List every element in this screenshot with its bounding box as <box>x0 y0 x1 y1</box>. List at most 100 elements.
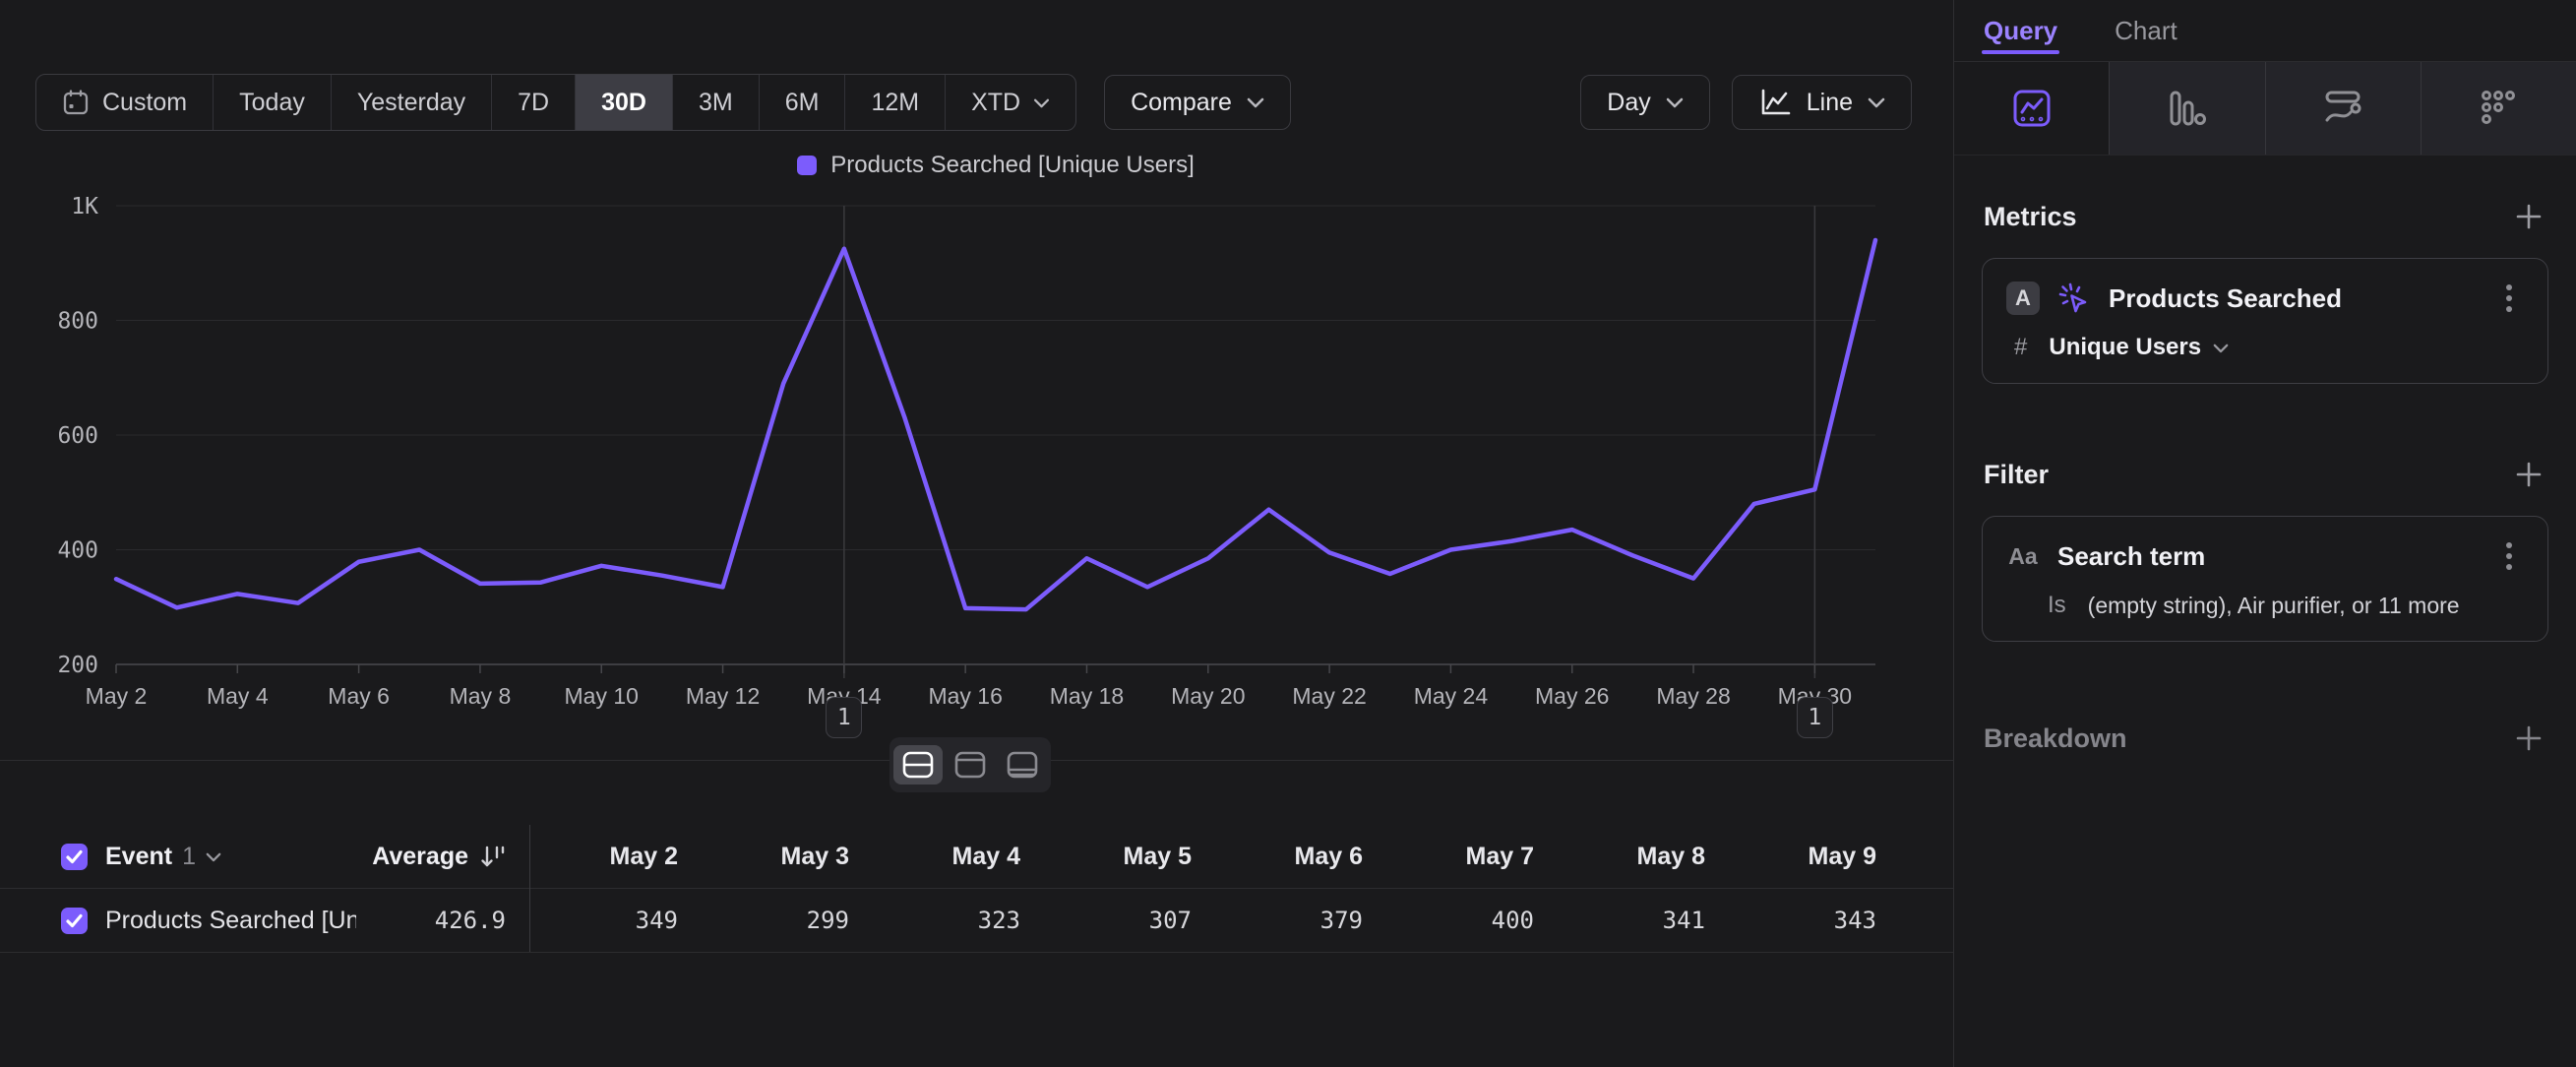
svg-text:May 26: May 26 <box>1535 683 1609 709</box>
annotation-badge[interactable]: 1 <box>1797 697 1833 738</box>
aggregation-dropdown[interactable]: Unique Users <box>2049 334 2229 361</box>
filter-operator[interactable]: Is <box>2048 592 2066 619</box>
results-table: Event 1 Average May 2May 3May 4May 5May … <box>0 825 1953 953</box>
chart-only-view-icon <box>953 750 987 780</box>
svg-text:May 10: May 10 <box>565 683 639 709</box>
table-row[interactable]: Products Searched [Un... 426.9 349299323… <box>0 889 1953 953</box>
query-builder-panel: Query Chart Metrics <box>1954 0 2576 1067</box>
funnel-bars-icon <box>2166 87 2209 130</box>
select-all-checkbox[interactable] <box>61 844 88 870</box>
tab-chart[interactable]: Chart <box>2115 0 2177 61</box>
date-range-group: CustomTodayYesterday7D30D3M6M12MXTD <box>35 74 1076 131</box>
table-column-divider <box>529 825 530 952</box>
date-column-header[interactable]: May 5 <box>1020 843 1192 871</box>
range-30d-button[interactable]: 30D <box>575 75 672 130</box>
metric-card[interactable]: A Products Searched # Unique Users <box>1982 258 2548 384</box>
range-xtd-button[interactable]: XTD <box>945 75 1075 130</box>
filter-card[interactable]: Aa Search term Is (empty string), Air pu… <box>1982 516 2548 642</box>
granularity-button[interactable]: Day <box>1580 75 1709 130</box>
query-sections: Metrics A Products Searched # <box>1954 199 2576 756</box>
filter-title: Filter <box>1984 460 2049 490</box>
svg-text:1K: 1K <box>71 194 98 220</box>
date-column-header[interactable]: May 3 <box>678 843 849 871</box>
event-click-icon <box>2057 282 2091 315</box>
insights-tab[interactable] <box>1954 62 2109 155</box>
date-column-header[interactable]: May 7 <box>1363 843 1534 871</box>
dots-grid-icon <box>2477 87 2520 130</box>
analytics-app: CustomTodayYesterday7D30D3M6M12MXTD Comp… <box>0 0 2576 1067</box>
plus-icon <box>2515 203 2543 230</box>
cell-value: 349 <box>507 907 678 935</box>
svg-text:May 2: May 2 <box>86 683 148 709</box>
table-only-view-button[interactable] <box>998 745 1047 785</box>
date-column-header[interactable]: May 2 <box>507 843 678 871</box>
filter-value[interactable]: (empty string), Air purifier, or 11 more <box>2088 593 2460 619</box>
aggregation-prefix: # <box>2014 334 2027 361</box>
kebab-menu-icon <box>2505 282 2513 314</box>
chart-only-view-button[interactable] <box>946 745 995 785</box>
event-column-header[interactable]: Event 1 <box>105 843 221 871</box>
metrics-title: Metrics <box>1984 202 2077 232</box>
chevron-down-icon <box>2213 343 2229 353</box>
panel-tabs: Query Chart <box>1954 0 2576 62</box>
chart-type-button[interactable]: Line <box>1732 75 1912 130</box>
range-custom-button[interactable]: Custom <box>36 75 213 130</box>
filter-options-button[interactable] <box>2494 538 2524 574</box>
cell-value: 343 <box>1705 907 1876 935</box>
filter-heading-row: Filter <box>1984 457 2546 492</box>
average-column-header[interactable]: Average <box>356 843 506 871</box>
date-column-header[interactable]: May 4 <box>849 843 1020 871</box>
breakdown-title: Breakdown <box>1984 723 2127 754</box>
plus-icon <box>2515 724 2543 752</box>
chart-legend[interactable]: Products Searched [Unique Users] <box>116 152 1875 179</box>
retention-tab[interactable] <box>2421 62 2576 155</box>
svg-text:800: 800 <box>57 309 98 335</box>
compare-button[interactable]: Compare <box>1104 75 1291 130</box>
range-6m-button[interactable]: 6M <box>759 75 845 130</box>
line-chart-icon <box>1758 87 1792 118</box>
cell-value: 341 <box>1534 907 1705 935</box>
funnels-tab[interactable] <box>2109 62 2264 155</box>
svg-text:600: 600 <box>57 423 98 449</box>
table-header-row: Event 1 Average May 2May 3May 4May 5May … <box>0 825 1953 889</box>
kebab-menu-icon <box>2505 540 2513 572</box>
range-today-button[interactable]: Today <box>213 75 331 130</box>
chart-toolbar: CustomTodayYesterday7D30D3M6M12MXTD Comp… <box>35 75 1912 130</box>
layout-toggle-group <box>889 737 1051 792</box>
flows-tab[interactable] <box>2265 62 2421 155</box>
add-filter-button[interactable] <box>2511 457 2546 492</box>
svg-text:May 6: May 6 <box>328 683 390 709</box>
annotation-badge[interactable]: 1 <box>826 697 862 738</box>
average-value: 426.9 <box>435 907 506 934</box>
date-column-header[interactable]: May 8 <box>1534 843 1705 871</box>
svg-text:May 8: May 8 <box>450 683 512 709</box>
chart-view-controls: Day Line <box>1580 75 1912 130</box>
flows-icon <box>2320 87 2365 130</box>
granularity-label: Day <box>1607 89 1650 117</box>
tab-query[interactable]: Query <box>1984 0 2057 61</box>
series-swatch <box>797 156 817 175</box>
metric-name: Products Searched <box>2109 283 2342 314</box>
cell-value: 400 <box>1363 907 1534 935</box>
metric-options-button[interactable] <box>2494 281 2524 316</box>
date-column-header[interactable]: May 9 <box>1705 843 1876 871</box>
svg-text:May 22: May 22 <box>1292 683 1366 709</box>
split-view-button[interactable] <box>893 745 943 785</box>
date-column-header[interactable]: May 6 <box>1192 843 1363 871</box>
cell-value: 299 <box>678 907 849 935</box>
svg-text:May 18: May 18 <box>1050 683 1124 709</box>
metrics-heading-row: Metrics <box>1984 199 2546 234</box>
check-icon <box>61 908 88 934</box>
range-7d-button[interactable]: 7D <box>491 75 575 130</box>
range-yesterday-button[interactable]: Yesterday <box>331 75 491 130</box>
range-12m-button[interactable]: 12M <box>844 75 945 130</box>
series-checkbox[interactable] <box>61 908 88 934</box>
add-metric-button[interactable] <box>2511 199 2546 234</box>
split-view-icon <box>901 750 935 780</box>
check-icon <box>61 844 88 870</box>
svg-text:May 20: May 20 <box>1171 683 1245 709</box>
range-3m-button[interactable]: 3M <box>672 75 759 130</box>
cell-value: 379 <box>1192 907 1363 935</box>
sort-descending-icon <box>480 844 506 869</box>
add-breakdown-button[interactable] <box>2511 721 2546 756</box>
